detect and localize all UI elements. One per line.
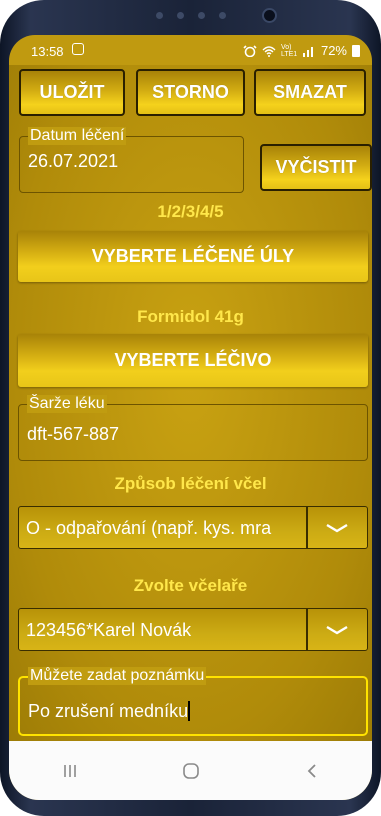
batch-field-value: dft-567-887 [27,424,120,444]
recent-apps-icon[interactable] [50,756,90,786]
beekeeper-value: 123456*Karel Novák [26,620,192,640]
beekeeper-select[interactable]: 123456*Karel Novák [18,608,368,651]
status-indicators: Vo) LTE1 72% [243,43,360,58]
note-field-value: Po zrušení medníku [28,701,190,721]
chevron-down-icon[interactable] [319,622,355,638]
batch-field[interactable]: Šarže léku dft-567-887 [18,395,368,461]
note-field-label: Můžete zadat poznámku [28,667,207,685]
signal-icon [302,46,313,57]
notification-icon [72,43,84,55]
battery-icon [352,44,360,57]
date-field[interactable]: Datum léčení 26.07.2021 [19,127,244,193]
treatment-method-value: O - odpařování (např. kys. mra [26,518,272,538]
select-hives-button[interactable]: VYBERTE LÉČENÉ ÚLY [18,231,368,282]
chevron-down-icon[interactable] [319,520,355,536]
back-icon[interactable] [292,756,332,786]
date-field-label: Datum léčení [28,127,127,145]
beekeeper-heading: Zvolte včelaře [133,576,248,595]
clear-date-button[interactable]: VYČISTIT [260,144,372,191]
treatment-method-heading: Způsob léčení včel [114,474,267,493]
front-camera [262,8,277,23]
batch-field-label: Šarže léku [27,395,107,413]
wifi-icon [262,45,276,57]
network-type: Vo) LTE1 [280,43,298,58]
treatment-method-select[interactable]: O - odpařování (např. kys. mra [18,506,368,549]
selected-hives-text: 1/2/3/4/5 [157,202,224,221]
selected-medicine-text: Formidol 41g [137,307,244,326]
phone-frame: 13:58 Vo) LTE1 72% ULOŽIT STORNO SMAZAT … [0,0,381,816]
alarm-icon [243,44,257,57]
select-medicine-button[interactable]: VYBERTE LÉČIVO [18,334,368,387]
battery-percent: 72% [320,43,347,58]
cancel-button[interactable]: STORNO [136,69,245,116]
phone-sensors [120,8,261,22]
treatment-form: ULOŽIT STORNO SMAZAT Datum léčení 26.07.… [9,65,372,741]
text-cursor [188,701,190,721]
note-field[interactable]: Můžete zadat poznámku Po zrušení medníku [18,667,368,736]
status-bar: 13:58 Vo) LTE1 72% [9,35,372,65]
status-time: 13:58 [31,44,64,59]
date-field-value: 26.07.2021 [28,151,119,171]
save-button[interactable]: ULOŽIT [19,69,125,116]
screen: 13:58 Vo) LTE1 72% ULOŽIT STORNO SMAZAT … [9,35,372,800]
delete-button[interactable]: SMAZAT [254,69,366,116]
system-navigation-bar [9,741,372,800]
home-icon[interactable] [171,756,211,786]
